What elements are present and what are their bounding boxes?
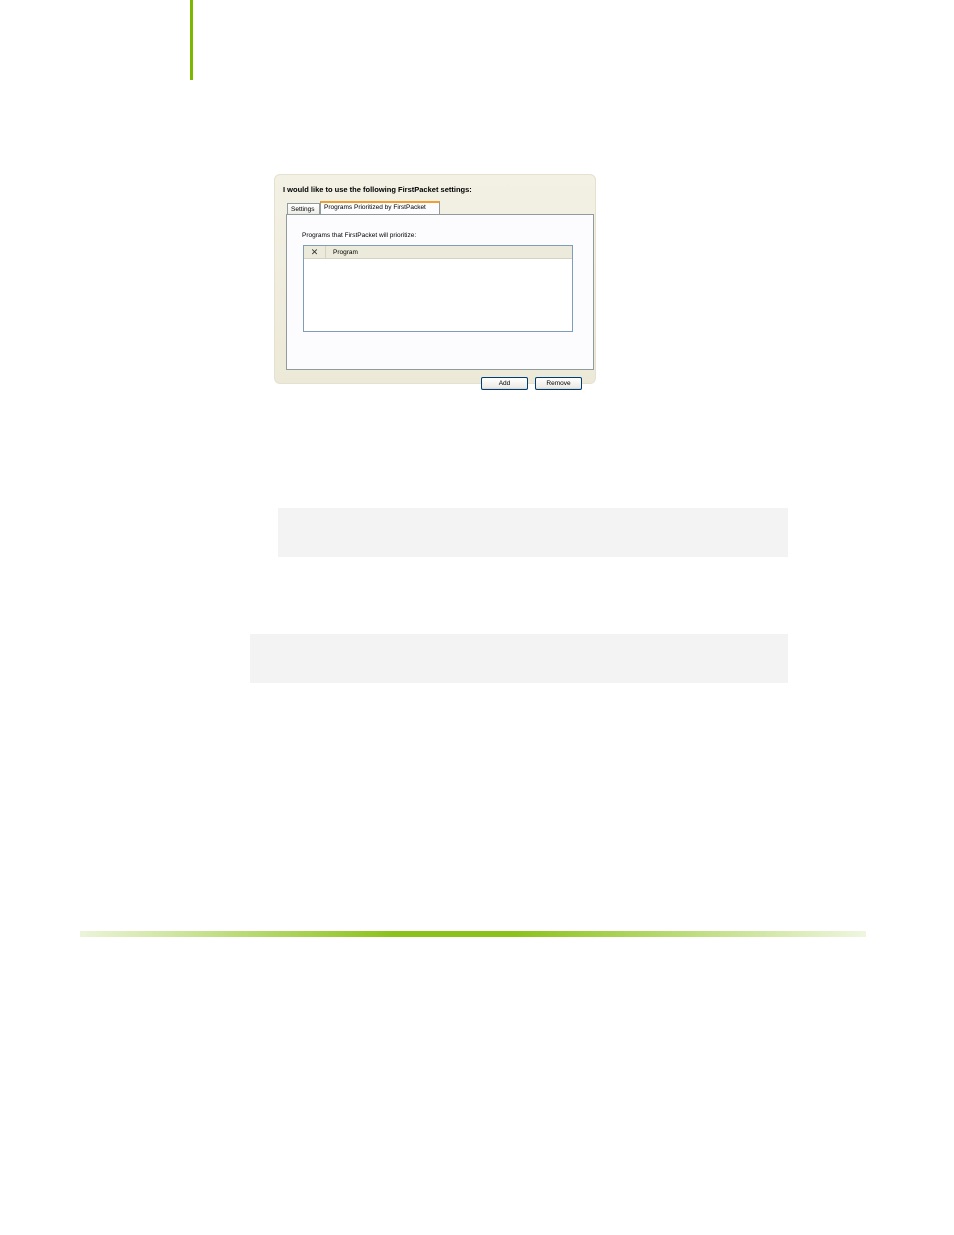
- firstpacket-settings-dialog: I would like to use the following FirstP…: [274, 174, 596, 390]
- tab-panel-programs: Programs that FirstPacket will prioritiz…: [286, 214, 594, 390]
- close-icon[interactable]: ✕: [304, 246, 326, 258]
- programs-list-label: Programs that FirstPacket will prioritiz…: [302, 232, 417, 239]
- note-block: [278, 508, 788, 557]
- column-header-program[interactable]: Program: [333, 246, 358, 259]
- list-body[interactable]: [304, 259, 572, 331]
- programs-list[interactable]: ✕ Program: [303, 245, 573, 332]
- dialog-heading: I would like to use the following FirstP…: [283, 185, 472, 194]
- tab-programs-prioritized[interactable]: Programs Prioritized by FirstPacket: [320, 201, 440, 215]
- margin-accent-bar: [190, 0, 193, 80]
- add-button[interactable]: Add: [481, 377, 528, 390]
- note-block-secondary: [250, 634, 788, 683]
- list-header: ✕ Program: [304, 246, 572, 259]
- remove-button[interactable]: Remove: [535, 377, 582, 390]
- footer-divider: [80, 931, 866, 937]
